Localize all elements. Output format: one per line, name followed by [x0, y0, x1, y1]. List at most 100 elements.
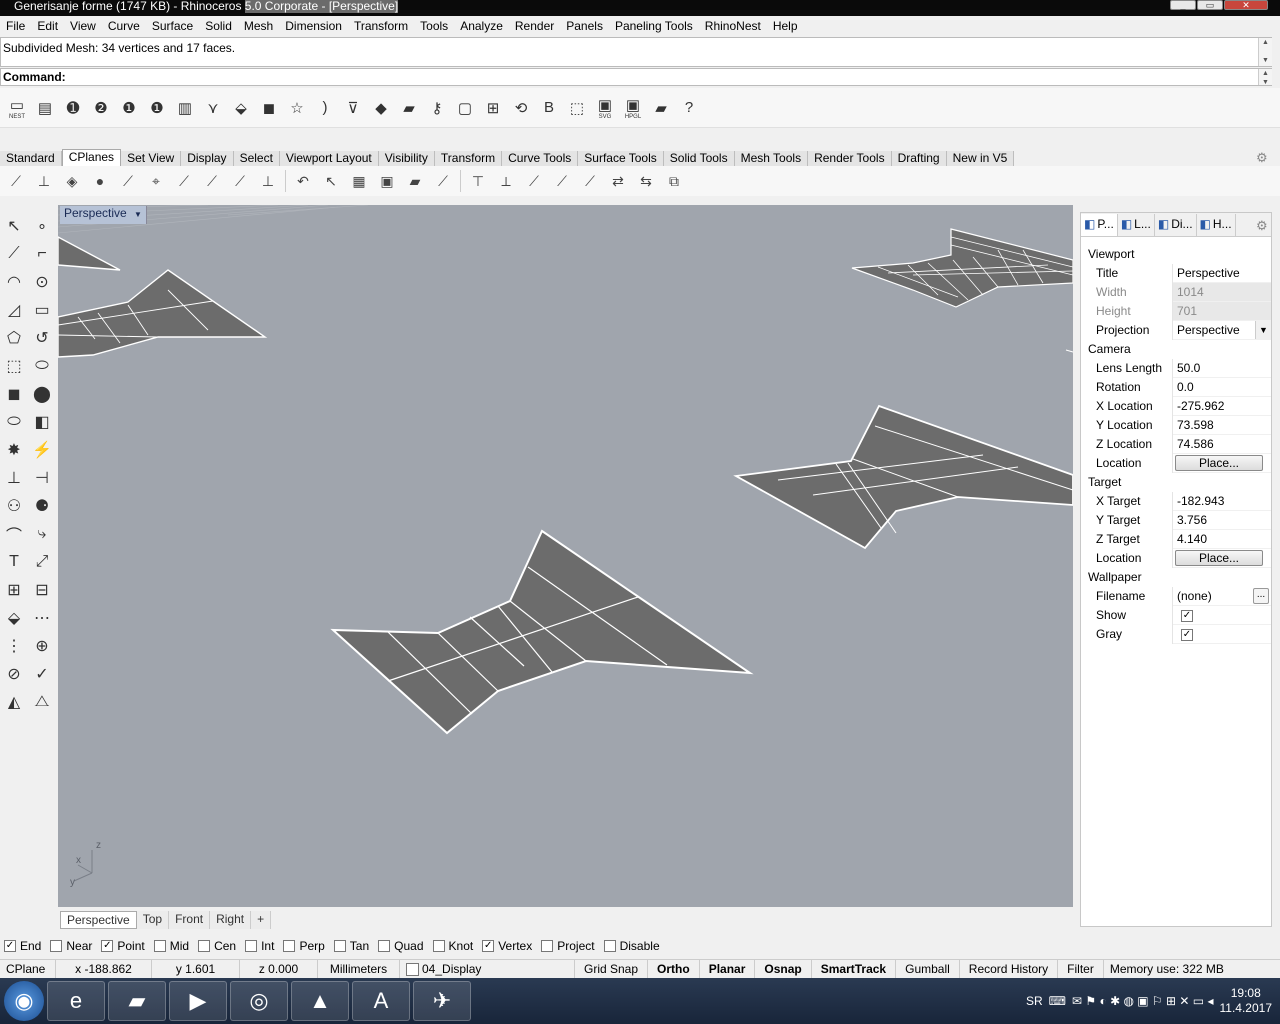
start-orb-taskbar-button[interactable]: ◉ [4, 981, 44, 1021]
cplane-z-button[interactable]: ⟋ [198, 168, 226, 194]
tab-cplanes[interactable]: CPlanes [61, 149, 122, 166]
toggle-ortho[interactable]: Ortho [648, 959, 700, 979]
cplane-sphere-button[interactable]: ● [86, 168, 114, 194]
cplane-vertical-button[interactable]: ⊥ [254, 168, 282, 194]
tab-mesh-tools[interactable]: Mesh Tools [734, 151, 809, 166]
osnap-mid[interactable]: Mid [153, 939, 189, 953]
left-tool-button[interactable]: ↖ [0, 212, 28, 240]
osnap-vertex[interactable]: ✓ Vertex [482, 939, 532, 953]
tab-visibility[interactable]: Visibility [378, 151, 435, 166]
file-explorer-taskbar-button[interactable]: ▰ [108, 981, 166, 1021]
blue-shape-button[interactable]: ◆ [367, 94, 395, 122]
save-hpgl-button[interactable]: ▣ HPGL [619, 94, 647, 122]
star-outline-button[interactable]: ☆ [283, 94, 311, 122]
open-folder-button[interactable]: ▰ [647, 94, 675, 122]
left-tool-button[interactable]: ✸ [0, 436, 28, 464]
tab-solid-tools[interactable]: Solid Tools [663, 151, 735, 166]
clock[interactable]: 19:08 11.4.2017 [1220, 986, 1273, 1016]
grid-cross-button[interactable]: ⊞ [479, 94, 507, 122]
funnel-button[interactable]: ⊽ [339, 94, 367, 122]
menu-transform[interactable]: Transform [348, 19, 414, 33]
left-tool-button[interactable]: T [0, 548, 28, 576]
panel-tab-properties[interactable]: ◧ P... [1081, 213, 1118, 236]
menu-panels[interactable]: Panels [560, 19, 609, 33]
cplane-edit-button[interactable]: ⟋ [429, 168, 457, 194]
left-tool-button[interactable]: ⊟ [28, 576, 56, 604]
viewport-tab-top[interactable]: Top [136, 911, 170, 929]
panel-tab-help-panel[interactable]: ◧ H... [1197, 213, 1236, 236]
osnap-near[interactable]: Near [50, 939, 92, 953]
left-tool-button[interactable]: ⋯ [28, 604, 56, 632]
viewport-tab-perspective[interactable]: Perspective [60, 911, 137, 929]
letter-b-button[interactable]: B [535, 94, 563, 122]
save-cplane-button[interactable]: ▣ [373, 168, 401, 194]
maximize-button[interactable]: ▭ [1197, 0, 1223, 10]
osnap-checkbox[interactable] [378, 940, 391, 952]
tab-curve-tools[interactable]: Curve Tools [502, 151, 579, 166]
chevron-down-icon[interactable]: ▼ [1255, 321, 1271, 339]
tab-drafting[interactable]: Drafting [891, 151, 947, 166]
osnap-checkbox[interactable] [603, 940, 616, 952]
rainbow-button[interactable]: ) [311, 94, 339, 122]
left-tool-button[interactable]: ⬚ [0, 352, 28, 380]
viewport-title[interactable]: Perspective ▼ [60, 206, 147, 224]
cplane-origin-button[interactable]: ⊥ [30, 168, 58, 194]
osnap-checkbox[interactable] [283, 940, 296, 952]
osnap-point[interactable]: ✓ Point [101, 939, 145, 953]
osnap-perp[interactable]: Perp [283, 939, 325, 953]
cursor-button[interactable]: ↖ [317, 168, 345, 194]
prop-value[interactable]: ✓ [1173, 625, 1271, 644]
cplane-named-button[interactable]: ⧉ [660, 168, 688, 194]
tab-viewport-layout[interactable]: Viewport Layout [279, 151, 379, 166]
left-tool-button[interactable]: ◠ [0, 268, 28, 296]
menu-tools[interactable]: Tools [414, 19, 454, 33]
panel-tab-display[interactable]: ◧ Di... [1155, 213, 1197, 236]
osnap-project[interactable]: Project [541, 939, 595, 953]
tab-set-view[interactable]: Set View [121, 151, 182, 166]
status-units[interactable]: Millimeters [318, 959, 400, 979]
language-indicator[interactable]: SR [1026, 994, 1043, 1008]
osnap-checkbox[interactable] [50, 940, 63, 952]
left-tool-button[interactable]: ◭ [0, 688, 28, 716]
cplane-view-button[interactable]: ⟋ [226, 168, 254, 194]
menu-file[interactable]: File [0, 19, 31, 33]
left-tool-button[interactable]: ⌒ [0, 520, 28, 548]
cplane-3point-button[interactable]: ⌖ [142, 168, 170, 194]
status-cplane[interactable]: CPlane [0, 959, 56, 979]
history-scrollbar[interactable]: ▲ ▼ [1258, 38, 1272, 66]
cplane-x-button[interactable]: ⟋ [170, 168, 198, 194]
prop-value[interactable]: Perspective [1173, 264, 1271, 283]
cplane-left-button[interactable]: ⟋ [520, 168, 548, 194]
osnap-checkbox[interactable] [245, 940, 258, 952]
list-button[interactable]: ▤ [31, 94, 59, 122]
prop-value[interactable]: -275.962 [1173, 397, 1271, 416]
left-tool-button[interactable]: ⬤ [28, 380, 56, 408]
osnap-cen[interactable]: Cen [198, 939, 236, 953]
menu-help[interactable]: Help [767, 19, 804, 33]
left-tool-button[interactable]: ⊙ [28, 268, 56, 296]
left-tool-button[interactable]: ⋮ [0, 632, 28, 660]
prop-value[interactable]: 3.756 [1173, 511, 1271, 530]
cplane-back-button[interactable]: ⇆ [632, 168, 660, 194]
prop-value[interactable]: Place... [1173, 454, 1271, 473]
left-tool-button[interactable]: ◧ [28, 408, 56, 436]
open-cplane-button[interactable]: ▰ [401, 168, 429, 194]
prop-value[interactable]: 73.598 [1173, 416, 1271, 435]
command-line[interactable]: Command: [0, 68, 1272, 86]
toggle-gumball[interactable]: Gumball [896, 959, 960, 979]
browse-button[interactable]: ... [1253, 588, 1269, 604]
undo-cplane-button[interactable]: ↶ [289, 168, 317, 194]
help-button[interactable]: ? [675, 94, 703, 122]
folders-button[interactable]: ▰ [395, 94, 423, 122]
left-tool-button[interactable]: ⬠ [0, 324, 28, 352]
internet-explorer-taskbar-button[interactable]: e [47, 981, 105, 1021]
command-scrollbar[interactable]: ▲ ▼ [1258, 69, 1272, 86]
rhino-taskbar-button[interactable]: ✈ [413, 981, 471, 1021]
key-button[interactable]: ⚷ [423, 94, 451, 122]
left-tool-button[interactable]: ⬭ [0, 408, 28, 436]
place-button[interactable]: Place... [1175, 455, 1263, 471]
tabs-settings-icon[interactable]: ⚙ [1256, 150, 1268, 166]
left-tool-button[interactable]: ◼ [0, 380, 28, 408]
left-tool-button[interactable]: ⊣ [28, 464, 56, 492]
viewport-tab-front[interactable]: Front [169, 911, 211, 929]
